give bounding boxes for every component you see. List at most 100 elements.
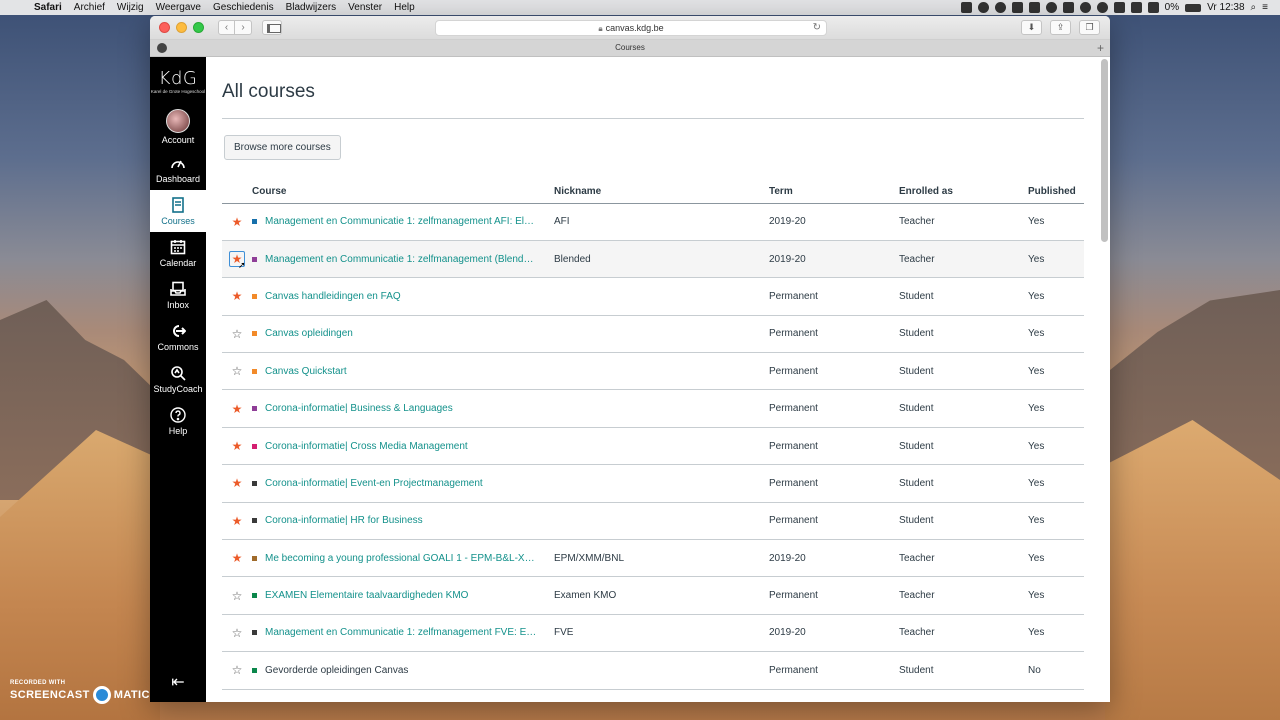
header-enrolled-as[interactable]: Enrolled as — [899, 181, 1028, 204]
downloads-button[interactable]: ⬇ — [1021, 20, 1042, 35]
favorite-cell: ★ — [222, 389, 252, 428]
address-bar[interactable]: 🔒︎ canvas.kdg.be ↻ — [435, 20, 827, 36]
star-empty-icon[interactable]: ☆ — [232, 626, 243, 640]
star-filled-icon[interactable]: ★ — [232, 289, 243, 303]
header-nickname[interactable]: Nickname — [554, 181, 769, 204]
star-filled-icon[interactable]: ★ — [232, 551, 243, 565]
table-row: ☆ Canvas Quickstart Permanent Student Yes — [222, 352, 1084, 391]
star-empty-icon[interactable]: ☆ — [232, 589, 243, 603]
menu-geschiedenis[interactable]: Geschiedenis — [207, 2, 280, 13]
menu-help[interactable]: Help — [388, 2, 421, 13]
course-link[interactable]: Me becoming a young professional GOALI 1… — [265, 553, 535, 564]
battery-icon[interactable] — [1185, 3, 1202, 12]
nav-inbox[interactable]: Inbox — [150, 274, 206, 316]
course-link[interactable]: Canvas Quickstart — [265, 366, 347, 377]
nav-help-label: Help — [168, 426, 188, 436]
course-link[interactable]: Management en Communicatie 1: zelfmanage… — [265, 627, 536, 638]
close-window-button[interactable] — [159, 22, 170, 33]
status-compass-icon[interactable] — [994, 2, 1006, 13]
star-filled-icon[interactable]: ★ — [232, 402, 243, 416]
enrolled-cell: Student — [899, 389, 1028, 428]
battery-percentage[interactable]: 0% — [1165, 2, 1179, 13]
status-screencast-icon[interactable] — [1028, 2, 1040, 13]
status-record-icon[interactable] — [1045, 2, 1057, 13]
course-link[interactable]: EXAMEN Elementaire taalvaardigheden KMO — [265, 590, 468, 601]
star-empty-icon[interactable]: ☆ — [232, 327, 243, 341]
nav-courses-label: Courses — [161, 216, 195, 226]
minimize-window-button[interactable] — [176, 22, 187, 33]
kdg-logo[interactable]: KdG Karel de Grote Hogeschool — [150, 57, 206, 94]
favorite-toggle-focused[interactable]: ★ ➚ — [229, 251, 246, 270]
status-wifi-icon[interactable] — [1130, 2, 1142, 13]
course-cell: Corona-informatie| Business & Languages — [252, 389, 554, 428]
star-empty-icon[interactable]: ☆ — [232, 663, 243, 677]
status-dropbox-icon[interactable] — [1062, 2, 1074, 13]
forward-button[interactable]: › — [235, 20, 252, 35]
course-color-swatch — [252, 480, 257, 486]
enrolled-cell: Student — [899, 315, 1028, 354]
status-volume-icon[interactable] — [1147, 2, 1159, 13]
table-row: ★ ➚ Management en Communicatie 1: zelfmana… — [222, 240, 1084, 279]
course-cell: Canvas opleidingen — [252, 315, 554, 354]
favorite-cell: ☆ — [222, 576, 252, 615]
collapse-nav-icon[interactable]: ⇤ — [150, 672, 206, 692]
clock[interactable]: Vr 12:38 — [1207, 2, 1244, 13]
sidebar-toggle-button[interactable] — [262, 20, 282, 35]
header-term[interactable]: Term — [769, 181, 899, 204]
menu-archief[interactable]: Archief — [68, 2, 111, 13]
menu-wijzig[interactable]: Wijzig — [111, 2, 150, 13]
nav-calendar[interactable]: Calendar — [150, 232, 206, 274]
status-bluetooth-icon[interactable] — [1113, 2, 1125, 13]
course-link[interactable]: Corona-informatie| Business & Languages — [265, 403, 453, 414]
star-empty-icon[interactable]: ☆ — [232, 364, 243, 378]
star-filled-icon[interactable]: ★ — [232, 215, 243, 229]
nav-help[interactable]: Help — [150, 400, 206, 442]
menu-app-name[interactable]: Safari — [28, 2, 68, 13]
nickname-cell — [554, 464, 769, 503]
nickname-cell — [554, 502, 769, 541]
nav-dashboard[interactable]: Dashboard — [150, 148, 206, 190]
star-filled-icon[interactable]: ★ — [232, 476, 243, 490]
course-link[interactable]: Management en Communicatie 1: zelfmanage… — [265, 216, 534, 227]
nav-studycoach[interactable]: StudyCoach — [150, 358, 206, 400]
menu-bladwijzers[interactable]: Bladwijzers — [280, 2, 343, 13]
new-tab-button[interactable]: + — [1097, 40, 1104, 56]
enrolled-cell: Student — [899, 427, 1028, 466]
course-link[interactable]: Management en Communicatie 1: zelfmanage… — [265, 254, 533, 265]
status-app-icon[interactable] — [960, 2, 972, 13]
status-document-icon[interactable] — [1011, 2, 1023, 13]
published-cell: Yes — [1028, 389, 1084, 428]
menu-weergave[interactable]: Weergave — [150, 2, 207, 13]
notification-center-icon[interactable]: ≡ — [1262, 2, 1268, 13]
course-link[interactable]: Corona-informatie| Event-en Projectmanag… — [265, 478, 483, 489]
enrolled-cell: Teacher — [899, 203, 1028, 241]
back-button[interactable]: ‹ — [218, 20, 235, 35]
status-timemachine-icon[interactable] — [1096, 2, 1108, 13]
star-filled-icon[interactable]: ★ — [232, 514, 243, 528]
nav-courses[interactable]: Courses — [150, 190, 206, 232]
status-cloud-icon[interactable] — [1079, 2, 1091, 13]
status-moon-icon[interactable] — [977, 2, 989, 13]
table-row: ★ Corona-informatie| Business & Languages… — [222, 389, 1084, 428]
course-link[interactable]: Canvas handleidingen en FAQ — [265, 291, 401, 302]
reload-icon[interactable]: ↻ — [813, 21, 821, 35]
menu-venster[interactable]: Venster — [342, 2, 388, 13]
star-filled-icon[interactable]: ★ — [232, 439, 243, 453]
header-published[interactable]: Published — [1028, 181, 1084, 204]
page-scrollbar[interactable] — [1101, 59, 1108, 242]
tabs-overview-button[interactable]: ❐ — [1079, 20, 1100, 35]
course-link[interactable]: Canvas opleidingen — [265, 328, 353, 339]
browse-more-courses-button[interactable]: Browse more courses — [224, 135, 341, 160]
spotlight-search-icon[interactable]: ⌕ — [1251, 2, 1257, 13]
course-link[interactable]: Corona-informatie| HR for Business — [265, 515, 423, 526]
course-link[interactable]: Corona-informatie| Cross Media Managemen… — [265, 441, 468, 452]
mouse-cursor-icon: ➚ — [238, 260, 246, 271]
share-button[interactable]: ⇪ — [1050, 20, 1071, 35]
fullscreen-window-button[interactable] — [193, 22, 204, 33]
tab-favicon-icon — [157, 43, 167, 53]
nav-account[interactable]: Account — [150, 106, 206, 148]
header-course[interactable]: Course — [252, 181, 554, 204]
nav-commons[interactable]: Commons — [150, 316, 206, 358]
enrolled-cell: Teacher — [899, 576, 1028, 615]
tab-courses[interactable]: Courses — [615, 43, 645, 52]
